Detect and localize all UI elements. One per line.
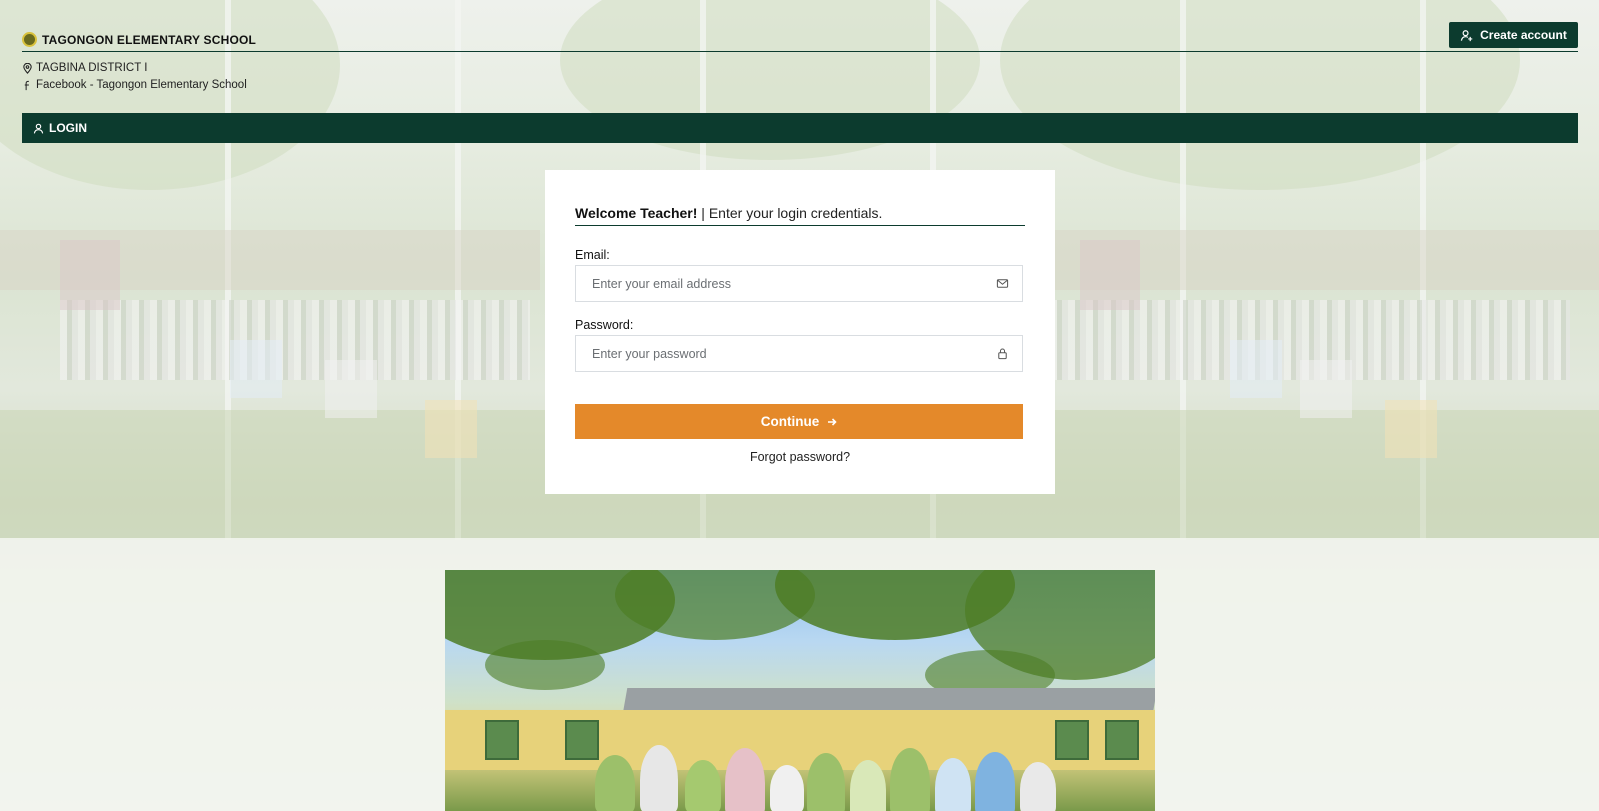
create-account-button[interactable]: Create account: [1449, 22, 1578, 48]
school-logo-icon: [22, 32, 37, 47]
arrow-right-icon: [828, 417, 837, 426]
create-account-label: Create account: [1480, 28, 1567, 42]
email-label: Email:: [575, 248, 610, 262]
lock-icon: [998, 348, 1007, 360]
site-header: TAGONGON ELEMENTARY SCHOOL TAGBINA DISTR…: [22, 30, 1578, 94]
nav-item-login[interactable]: LOGIN: [33, 121, 87, 135]
password-label: Password:: [575, 318, 634, 332]
map-pin-icon: [23, 63, 32, 74]
welcome-subtext: | Enter your login credentials.: [697, 205, 883, 221]
facebook-link[interactable]: Facebook - Tagongon Elementary School: [36, 77, 247, 94]
continue-button[interactable]: Continue: [575, 404, 1023, 439]
district-text: TAGBINA DISTRICT I: [36, 62, 148, 74]
password-field-wrapper: [575, 335, 1023, 372]
nav-bar: LOGIN: [22, 113, 1578, 143]
forgot-password-link[interactable]: Forgot password?: [575, 450, 1025, 464]
email-field[interactable]: [576, 266, 1022, 301]
mail-icon: [996, 279, 1009, 288]
nav-login-label: LOGIN: [49, 121, 87, 135]
continue-label: Continue: [760, 414, 820, 429]
user-icon: [33, 123, 44, 133]
user-plus-icon: [1460, 29, 1473, 41]
school-brand: TAGONGON ELEMENTARY SCHOOL: [22, 30, 1578, 52]
login-card: Welcome Teacher! | Enter your login cred…: [545, 170, 1055, 494]
email-field-wrapper: [575, 265, 1023, 302]
school-group-photo: [445, 570, 1155, 811]
school-name: TAGONGON ELEMENTARY SCHOOL: [42, 32, 257, 47]
district-row: TAGBINA DISTRICT I: [22, 60, 1578, 77]
password-field[interactable]: [576, 336, 1022, 371]
facebook-row[interactable]: Facebook - Tagongon Elementary School: [22, 77, 1578, 94]
welcome-text: Welcome Teacher!: [575, 205, 698, 221]
school-info: TAGBINA DISTRICT I Facebook - Tagongon E…: [22, 60, 1578, 94]
facebook-icon: [24, 80, 29, 91]
login-heading: Welcome Teacher! | Enter your login cred…: [575, 205, 1025, 226]
